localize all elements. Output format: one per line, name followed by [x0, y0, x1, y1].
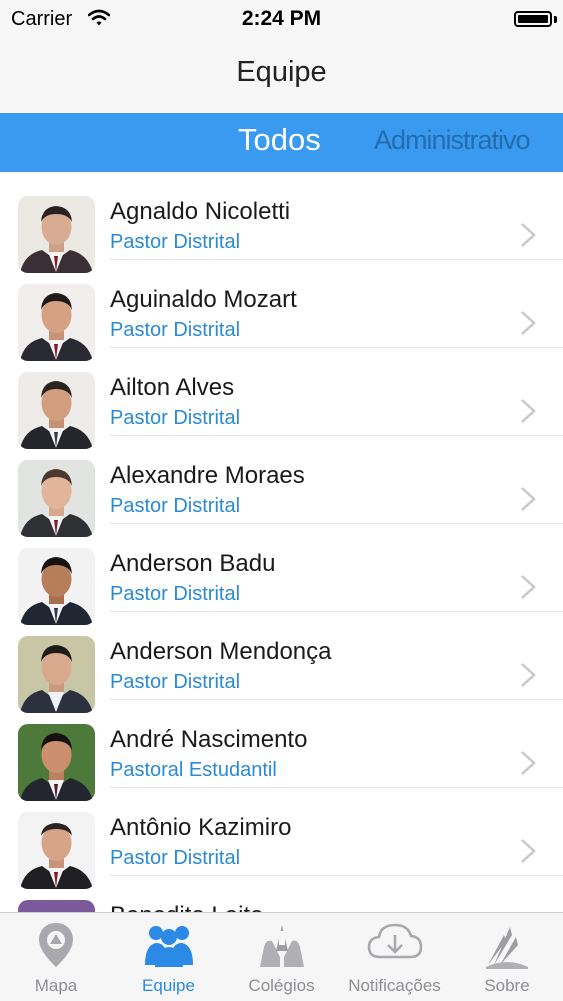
person-role: Pastor Distrital — [110, 319, 241, 341]
chevron-right-icon — [521, 311, 536, 335]
chevron-right-icon — [521, 223, 536, 247]
tab-label: Notificações — [348, 976, 441, 995]
tab-label: Sobre — [484, 976, 530, 995]
segment-control: Todos Administrativo — [0, 113, 563, 172]
tab-colegios[interactable]: Colégios — [225, 913, 338, 1001]
segment-todos[interactable]: Todos — [238, 122, 321, 158]
person-role: Pastor Distrital — [110, 495, 241, 517]
person-name: Alexandre Moraes — [110, 462, 305, 489]
chevron-right-icon — [521, 663, 536, 687]
hands-icon — [254, 921, 310, 976]
person-name: Agnaldo Nicoletti — [110, 198, 291, 225]
person-role: Pastor Distrital — [110, 583, 241, 605]
avatar — [18, 900, 95, 912]
chevron-right-icon — [521, 575, 536, 599]
church-logo-icon — [482, 921, 532, 976]
person-name: Anderson Mendonça — [110, 638, 332, 665]
list-item[interactable]: Aguinaldo Mozart Pastor Distrital — [0, 260, 563, 361]
navigation-bar: Equipe — [0, 38, 563, 113]
person-role: Pastor Distrital — [110, 847, 241, 869]
tab-label: Equipe — [142, 976, 195, 995]
clock: 2:24 PM — [241, 7, 322, 30]
tab-bar: Mapa Equipe Colégios Notificações Sobre — [0, 912, 563, 1001]
tab-label: Colégios — [248, 976, 315, 995]
tab-notificacoes[interactable]: Notificações — [338, 913, 451, 1001]
battery-icon — [514, 11, 552, 27]
team-icon — [143, 921, 195, 974]
person-role: Pastoral Estudantil — [110, 759, 277, 781]
chevron-right-icon — [521, 839, 536, 863]
cloud-download-icon — [366, 921, 424, 970]
person-role: Pastor Distrital — [110, 231, 241, 253]
chevron-right-icon — [521, 751, 536, 775]
person-name: Ailton Alves — [110, 374, 235, 401]
person-name: Benedito Leite — [110, 902, 263, 912]
person-name: André Nascimento — [110, 726, 308, 753]
list-item[interactable]: Antônio Kazimiro Pastor Distrital — [0, 788, 563, 889]
segment-administrativo[interactable]: Administrativo — [374, 125, 531, 156]
person-role: Pastor Distrital — [110, 407, 241, 429]
status-bar: Carrier 2:24 PM — [0, 0, 563, 38]
list-item[interactable]: Anderson Badu Pastor Distrital — [0, 524, 563, 625]
person-name: Antônio Kazimiro — [110, 814, 292, 841]
person-role: Pastor Distrital — [110, 671, 241, 693]
tab-equipe[interactable]: Equipe — [112, 913, 225, 1001]
list-item[interactable]: Ailton Alves Pastor Distrital — [0, 348, 563, 449]
list-item[interactable]: Benedito Leite — [0, 876, 563, 912]
list-item[interactable]: Alexandre Moraes Pastor Distrital — [0, 436, 563, 537]
chevron-right-icon — [521, 487, 536, 511]
tab-mapa[interactable]: Mapa — [0, 913, 112, 1001]
chevron-right-icon — [521, 399, 536, 423]
person-name: Anderson Badu — [110, 550, 276, 577]
team-list[interactable]: Agnaldo Nicoletti Pastor Distrital Aguin… — [0, 172, 563, 912]
map-pin-icon — [36, 921, 76, 976]
page-title: Equipe — [236, 56, 327, 88]
tab-label: Mapa — [34, 976, 78, 995]
list-item[interactable]: Anderson Mendonça Pastor Distrital — [0, 612, 563, 713]
battery-tip — [554, 16, 557, 23]
list-item[interactable]: Agnaldo Nicoletti Pastor Distrital — [0, 172, 563, 273]
person-name: Aguinaldo Mozart — [110, 286, 297, 313]
tab-sobre[interactable]: Sobre — [451, 913, 563, 1001]
list-item[interactable]: André Nascimento Pastoral Estudantil — [0, 700, 563, 801]
